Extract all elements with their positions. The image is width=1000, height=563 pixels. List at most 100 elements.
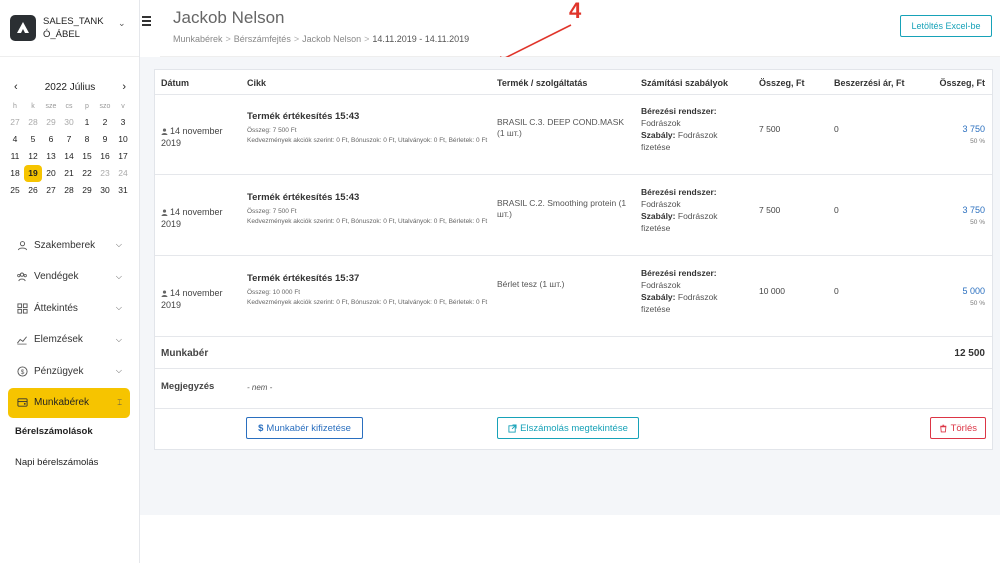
row-rules: Bérezési rendszer: Fodrászok Szabály: Fodr… [641, 186, 741, 234]
row-total[interactable]: 3 750 [925, 124, 985, 134]
calendar-day[interactable]: 25 [6, 182, 24, 199]
calendar-day-selected[interactable]: 19 [24, 165, 42, 182]
calendar-day[interactable]: 17 [114, 148, 132, 165]
calendar-day[interactable]: 6 [42, 131, 60, 148]
calendar-day[interactable]: 18 [6, 165, 24, 182]
note-row: Megjegyzés - nem - [155, 369, 992, 409]
sidebar-item-label: Vendégek [34, 271, 79, 282]
calendar-day[interactable]: 1 [78, 114, 96, 131]
chart-icon [16, 334, 28, 346]
menu-toggle-icon[interactable] [142, 16, 154, 28]
column-header-amount: Összeg, Ft [759, 78, 805, 88]
chevron-down-icon: ⌵ [115, 366, 122, 375]
sidebar-subitem-napi-berelszamolas[interactable]: Napi bérelszámolás [15, 457, 98, 468]
row-amount: 10 000 [759, 286, 785, 296]
calendar-day[interactable]: 14 [60, 148, 78, 165]
chevron-down-icon[interactable]: ⌄ [118, 18, 126, 29]
row-title[interactable]: Termék értékesítés 15:43 [247, 111, 359, 122]
calendar-day[interactable]: 24 [114, 165, 132, 182]
payroll-card: Dátum Cikk Termék / szolgáltatás Számítá… [154, 69, 993, 450]
people-icon [16, 271, 28, 283]
row-rules: Bérezési rendszer: Fodrászok Szabály: Fodr… [641, 267, 741, 315]
sidebar-item-munkaberek[interactable]: Munkabérek ⌶ [8, 387, 130, 418]
calendar-day[interactable]: 30 [96, 182, 114, 199]
summary-value: 12 500 [954, 348, 985, 359]
calendar-day[interactable]: 23 [96, 165, 114, 182]
calendar-day[interactable]: 29 [78, 182, 96, 199]
row-amount-line: Összeg: 7 500 Ft [247, 127, 297, 134]
calendar-day[interactable]: 20 [42, 165, 60, 182]
sidebar-item-szakemberek[interactable]: Szakemberek ⌵ [8, 230, 130, 260]
download-excel-button[interactable]: Letöltés Excel-be [900, 15, 992, 37]
sidebar-item-attekintes[interactable]: Áttekintés ⌵ [8, 293, 130, 323]
sidebar-item-vendegek[interactable]: Vendégek ⌵ [8, 262, 130, 292]
row-date: 14 november 2019 [161, 287, 241, 311]
rule-system-value: Fodrászok [641, 280, 681, 290]
calendar-weekday: k [31, 103, 35, 110]
grid-icon [16, 302, 28, 314]
calendar-day[interactable]: 21 [60, 165, 78, 182]
table-row: 14 november 2019 Termék értékesítés 15:37… [155, 257, 992, 337]
delete-button[interactable]: Törlés [930, 417, 986, 439]
row-percent: 50 % [970, 219, 985, 226]
calendar-weekday: v [121, 103, 125, 110]
row-total[interactable]: 5 000 [925, 286, 985, 296]
calendar-day[interactable]: 11 [6, 148, 24, 165]
calendar-weekday: szo [99, 103, 111, 110]
row-date-text: 14 november 2019 [161, 207, 223, 229]
row-date-text: 14 november 2019 [161, 126, 223, 148]
sidebar-subitem-berelszamolasok[interactable]: Bérelszámolások [15, 426, 93, 437]
svg-text:$: $ [20, 368, 24, 375]
calendar-day[interactable]: 22 [78, 165, 96, 182]
row-total[interactable]: 3 750 [925, 205, 985, 215]
breadcrumb-item[interactable]: Jackob Nelson [302, 34, 361, 44]
column-header-purchase-price: Beszerzési ár, Ft [834, 78, 905, 88]
trash-icon [940, 424, 947, 432]
row-details: Kedvezmények akciók szerint: 0 Ft, Bónus… [247, 299, 488, 306]
calendar-day[interactable]: 28 [24, 114, 42, 131]
row-details: Kedvezmények akciók szerint: 0 Ft, Bónus… [247, 218, 488, 225]
calendar-day[interactable]: 16 [96, 148, 114, 165]
calendar-day[interactable]: 12 [24, 148, 42, 165]
row-product: BRASIL C.2. Smoothing protein (1 шт.) [497, 198, 627, 219]
calendar-day[interactable]: 13 [42, 148, 60, 165]
calendar-day[interactable]: 15 [78, 148, 96, 165]
dollar-icon: $ [16, 365, 28, 377]
calendar-day[interactable]: 27 [6, 114, 24, 131]
brand-switcher[interactable]: SALES_TANKÓ_ÁBEL ⌄ [0, 0, 139, 57]
calendar-day[interactable]: 10 [114, 131, 132, 148]
breadcrumb-item[interactable]: Bérszámfejtés [234, 34, 291, 44]
sidebar-item-penzugyek[interactable]: $ Pénzügyek ⌵ [8, 356, 130, 386]
rule-system-value: Fodrászok [641, 199, 681, 209]
row-title[interactable]: Termék értékesítés 15:37 [247, 273, 359, 284]
next-month-icon[interactable]: › [122, 81, 126, 93]
calendar-day[interactable]: 5 [24, 131, 42, 148]
calendar-day[interactable]: 31 [114, 182, 132, 199]
calendar-weekday: cs [65, 103, 73, 110]
column-header-rules: Számítási szabályok [641, 78, 729, 88]
prev-month-icon[interactable]: ‹ [14, 81, 18, 93]
note-label: Megjegyzés [161, 381, 215, 392]
view-settlement-button[interactable]: Elszámolás megtekintése [497, 417, 639, 439]
calendar-day[interactable]: 3 [114, 114, 132, 131]
calendar-day[interactable]: 8 [78, 131, 96, 148]
calendar-day[interactable]: 29 [42, 114, 60, 131]
calendar-day[interactable]: 30 [60, 114, 78, 131]
calendar-day[interactable]: 7 [60, 131, 78, 148]
column-header-total: Összeg, Ft [939, 78, 985, 88]
page-title: Jackob Nelson [173, 8, 285, 27]
sidebar-item-elemzesek[interactable]: Elemzések ⌵ [8, 325, 130, 355]
calendar-day[interactable]: 28 [60, 182, 78, 199]
pay-salary-button[interactable]: $ Munkabér kifizetése [246, 417, 363, 439]
calendar-day[interactable]: 2 [96, 114, 114, 131]
calendar-day[interactable]: 9 [96, 131, 114, 148]
breadcrumb-item[interactable]: Munkabérek [173, 34, 223, 44]
calendar-day[interactable]: 26 [24, 182, 42, 199]
chevron-down-icon: ⌵ [115, 240, 122, 249]
summary-label: Munkabér [161, 348, 209, 359]
row-rules: Bérezési rendszer: Fodrászok Szabály: Fodr… [641, 105, 741, 153]
row-title[interactable]: Termék értékesítés 15:43 [247, 192, 359, 203]
row-date: 14 november 2019 [161, 125, 241, 149]
calendar-day[interactable]: 4 [6, 131, 24, 148]
calendar-day[interactable]: 27 [42, 182, 60, 199]
